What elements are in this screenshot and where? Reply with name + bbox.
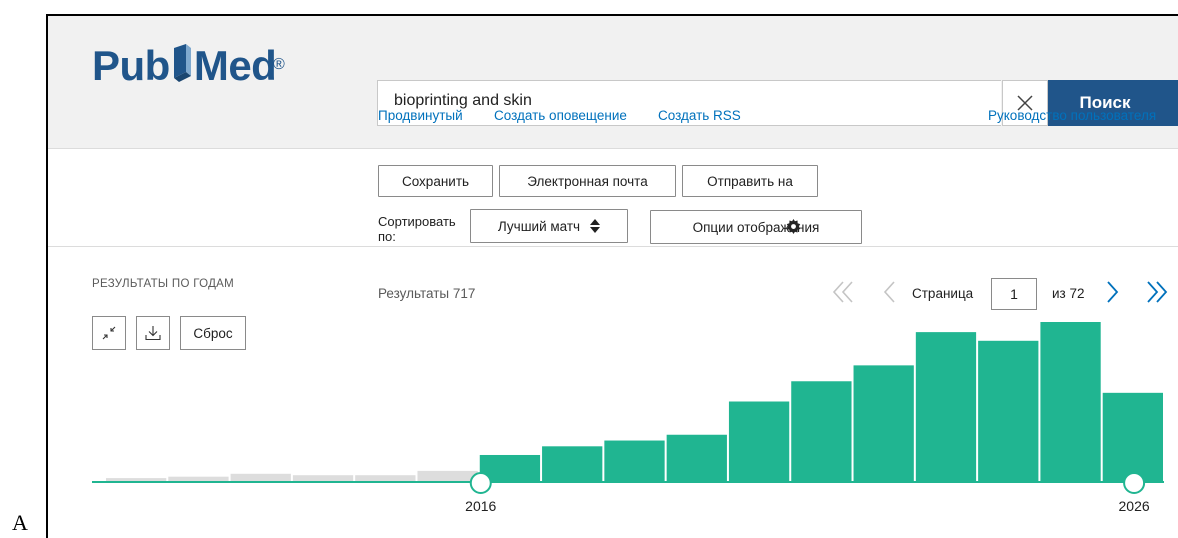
sort-select-value: Лучший матч	[497, 218, 581, 234]
page-label: Страница	[912, 286, 974, 301]
save-button[interactable]: Сохранить	[378, 165, 493, 197]
results-count: Результаты 717	[378, 286, 476, 301]
timeline-heading: РЕЗУЛЬТАТЫ ПО ГОДАМ	[92, 278, 235, 290]
year-bar[interactable]	[106, 478, 167, 481]
results-by-year-chart[interactable]: 2016 2026	[48, 300, 1178, 538]
advanced-search-link[interactable]: Продвинутый	[378, 108, 463, 123]
create-rss-link[interactable]: Создать RSS	[658, 108, 741, 123]
sort-label: Сортировать по:	[378, 214, 456, 244]
gear-icon	[786, 219, 801, 234]
year-bar[interactable]	[604, 440, 665, 481]
year-bar[interactable]	[1102, 392, 1163, 481]
year-bar[interactable]	[355, 475, 416, 481]
registered-mark: ®	[273, 56, 285, 73]
year-bar[interactable]	[853, 365, 914, 481]
year-bar[interactable]	[728, 401, 790, 482]
book-icon	[173, 44, 191, 82]
create-alert-link[interactable]: Создать оповещение	[494, 108, 627, 123]
year-bar[interactable]	[230, 473, 291, 481]
year-bar[interactable]	[915, 332, 977, 481]
year-bar[interactable]	[791, 381, 852, 481]
logo-text-med: Med	[193, 42, 277, 89]
year-bar[interactable]	[168, 476, 229, 481]
year-bar[interactable]	[417, 470, 478, 481]
display-options-button[interactable]: Опции отображения	[650, 210, 862, 244]
year-bar[interactable]	[292, 475, 354, 481]
pubmed-logo[interactable]: Pub Med	[92, 42, 277, 90]
email-button[interactable]: Электронная почта	[499, 165, 676, 197]
range-start-label: 2016	[465, 498, 496, 514]
page-total: из 72	[1052, 286, 1085, 301]
figure-label: A	[12, 510, 28, 535]
range-handle-end[interactable]	[1123, 472, 1146, 494]
year-bar[interactable]	[978, 340, 1039, 481]
sort-select[interactable]: Лучший матч	[470, 209, 628, 243]
logo-text-pub: Pub	[92, 42, 170, 89]
user-guide-link[interactable]: Руководство пользователя	[988, 108, 1156, 123]
year-bar[interactable]	[666, 434, 727, 481]
send-to-button[interactable]: Отправить на	[682, 165, 818, 197]
sort-arrows-icon	[590, 219, 601, 233]
year-bar[interactable]	[1040, 322, 1101, 481]
section-divider	[48, 246, 1178, 247]
year-bar[interactable]	[542, 446, 603, 481]
range-handle-start[interactable]	[469, 472, 492, 494]
range-end-label: 2026	[1119, 498, 1150, 514]
